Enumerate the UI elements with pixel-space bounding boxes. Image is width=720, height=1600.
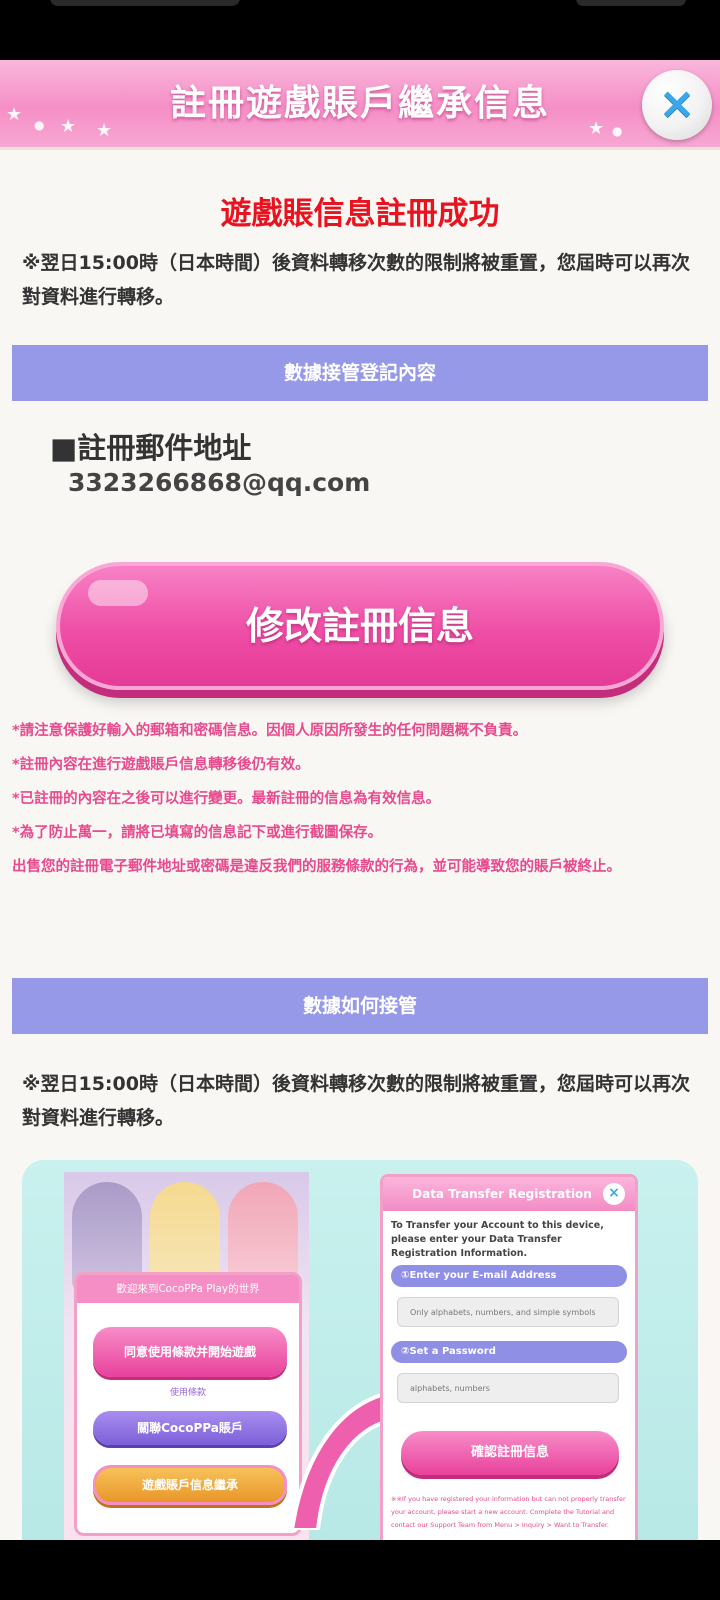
password-input-sample: alphabets, numbers xyxy=(397,1373,619,1403)
confirm-registration-button: 確認註冊信息 xyxy=(401,1431,619,1475)
dialog-title: 註冊遊戲賬戶繼承信息 xyxy=(169,83,550,124)
close-button[interactable]: × xyxy=(642,70,712,140)
success-message: 遊戲賬信息註冊成功 xyxy=(220,196,500,232)
transfer-dialog-title: Data Transfer Registration xyxy=(412,1187,592,1201)
transfer-account-button: 遊戲賬戶信息繼承 xyxy=(93,1465,287,1505)
section-bar-registration: 數據接管登記內容 xyxy=(12,345,708,401)
step-email-label: ①Enter your E-mail Address xyxy=(391,1265,627,1287)
warning-line: *註冊內容在進行遊戲賬戶信息轉移後仍有效。 xyxy=(12,757,310,773)
terms-link: 使用條款 xyxy=(169,1388,206,1398)
status-bar xyxy=(0,0,720,60)
warning-line: *已註冊的內容在之後可以進行變更。最新註冊的信息為有效信息。 xyxy=(12,791,441,807)
modify-registration-button[interactable]: 修改註冊信息 xyxy=(56,562,664,690)
transfer-note: ※※If you have registered your informatio… xyxy=(391,1495,626,1529)
game-start-screenshot: 歡迎來到CocoPPa Play的世界 同意使用條款并開始遊戲 使用條款 關聯C… xyxy=(64,1172,309,1540)
section-bar-howto: 數據如何接管 xyxy=(12,978,708,1034)
email-value: 3323266868@qq.com xyxy=(68,468,371,497)
welcome-dialog: 歡迎來到CocoPPa Play的世界 同意使用條款并開始遊戲 使用條款 關聯C… xyxy=(74,1272,302,1536)
close-icon: × xyxy=(658,78,696,129)
warning-line: 出售您的註冊電子郵件地址或密碼是違反我們的服務條款的行為，並可能導致您的賬戶被終… xyxy=(12,859,621,875)
data-transfer-screenshot: Data Transfer Registration × To Transfer… xyxy=(380,1174,638,1540)
dialog-header: ★ ● ★ ★ ★ ● 註冊遊戲賬戶繼承信息 xyxy=(0,60,720,150)
guide-image: 歡迎來到CocoPPa Play的世界 同意使用條款并開始遊戲 使用條款 關聯C… xyxy=(22,1160,698,1540)
navigation-bar xyxy=(0,1540,720,1600)
transfer-dialog-header: Data Transfer Registration × xyxy=(383,1177,635,1211)
status-bar-left-icons xyxy=(50,0,240,6)
close-icon: × xyxy=(603,1183,625,1205)
agree-start-button: 同意使用條款并開始遊戲 xyxy=(93,1327,287,1377)
reset-note: ※翌日15:00時（日本時間）後資料轉移次數的限制將被重置，您屆時可以再次對資料… xyxy=(22,252,690,308)
transfer-intro: To Transfer your Account to this device,… xyxy=(391,1220,604,1259)
warning-line: *為了防止萬一，請將已填寫的信息記下或進行截圖保存。 xyxy=(12,825,383,841)
modify-registration-label: 修改註冊信息 xyxy=(245,604,474,648)
welcome-dialog-title: 歡迎來到CocoPPa Play的世界 xyxy=(77,1275,299,1303)
warning-line: *請注意保護好輸入的郵箱和密碼信息。因個人原因所發生的任何問題概不負責。 xyxy=(12,723,528,739)
email-input-sample: Only alphabets, numbers, and simple symb… xyxy=(397,1297,619,1327)
howto-note: ※翌日15:00時（日本時間）後資料轉移次數的限制將被重置，您屆時可以再次對資料… xyxy=(22,1073,690,1129)
link-account-button: 關聯CocoPPa賬戶 xyxy=(93,1411,287,1445)
status-bar-right-icons xyxy=(576,0,686,6)
email-label: ■註冊郵件地址 xyxy=(50,431,252,465)
step-password-label: ②Set a Password xyxy=(391,1341,627,1363)
dialog-content[interactable]: 遊戲賬信息註冊成功 ※翌日15:00時（日本時間）後資料轉移次數的限制將被重置，… xyxy=(0,150,720,1540)
